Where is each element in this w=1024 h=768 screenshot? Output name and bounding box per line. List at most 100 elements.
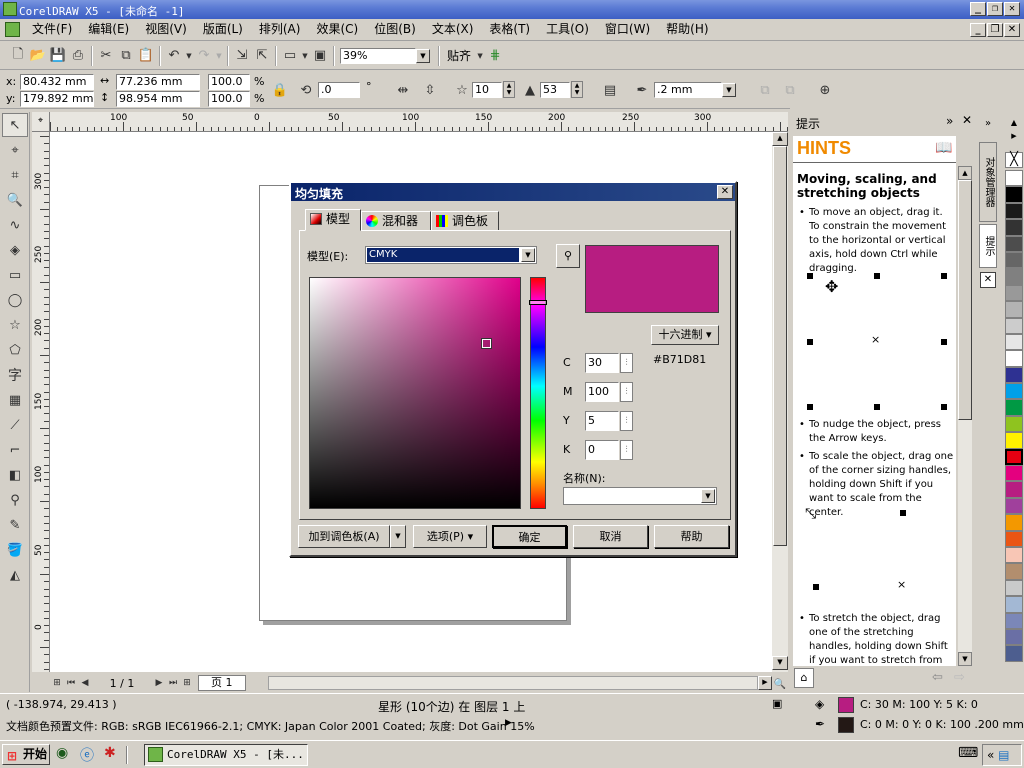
export-icon[interactable]: ⇱ xyxy=(252,46,272,66)
pick-tool-icon[interactable]: ↖ xyxy=(2,113,28,137)
redo-dropdown-icon[interactable]: ▼ xyxy=(214,46,224,66)
palette-swatch[interactable] xyxy=(1005,497,1023,515)
no-color-swatch[interactable]: ╳ xyxy=(1005,152,1023,168)
palette-swatch[interactable] xyxy=(1005,579,1023,597)
polygon-tool-icon[interactable]: ☆ xyxy=(2,313,28,337)
palette-swatch[interactable] xyxy=(1005,170,1023,187)
first-page-icon[interactable]: ⏮ xyxy=(64,673,78,693)
view-icon[interactable]: ▣ xyxy=(772,697,782,710)
outline-width-input[interactable]: .2 mm xyxy=(654,82,722,98)
palette-swatch[interactable] xyxy=(1005,415,1023,433)
close-button[interactable]: ✕ xyxy=(1004,2,1020,16)
points-spinner[interactable]: ▲ ▼ xyxy=(503,81,515,98)
cmyk-input-y[interactable]: 5 xyxy=(585,411,619,431)
palette-swatch[interactable] xyxy=(1005,645,1023,662)
page-tab[interactable]: 页 1 xyxy=(198,675,246,691)
redo-icon[interactable]: ↷ xyxy=(194,46,214,66)
mirror-horizontal-icon[interactable]: ⇹ xyxy=(393,80,413,100)
palette-swatch[interactable] xyxy=(1005,268,1023,285)
application-launcher-icon[interactable]: ▭ xyxy=(280,46,300,66)
snap-to-button[interactable]: 贴齐 xyxy=(447,47,471,64)
docker-close-icon[interactable]: ✕ xyxy=(962,113,972,127)
palette-swatch[interactable] xyxy=(1005,481,1023,498)
menu-item-3[interactable]: 版面(L) xyxy=(195,19,251,39)
fill-tool-icon[interactable]: 🪣 xyxy=(2,538,28,562)
menu-item-4[interactable]: 排列(A) xyxy=(251,19,309,39)
outline-dropdown-icon[interactable]: ▼ xyxy=(722,83,736,97)
menu-item-9[interactable]: 工具(O) xyxy=(538,19,597,39)
hints-scroll-up-icon[interactable]: ▲ xyxy=(958,166,972,180)
color-profile-info[interactable]: 文档颜色预置文件: RGB: sRGB IEC61966-2.1; CMYK: … xyxy=(6,718,535,734)
palette-swatch[interactable] xyxy=(1005,596,1023,613)
horizontal-ruler[interactable]: 100 50 0 50 100 150 200 250 300 xyxy=(32,112,788,132)
palette-swatch[interactable] xyxy=(1005,514,1023,531)
palette-swatch[interactable] xyxy=(1005,612,1023,629)
sharpness-spinner[interactable]: ▲ ▼ xyxy=(571,81,583,98)
lock-ratio-icon[interactable]: 🔒 xyxy=(270,80,290,100)
shape-tool-icon[interactable]: ⌖ xyxy=(2,138,28,162)
model-select[interactable]: CMYK ▼ xyxy=(365,246,537,264)
cmyk-spinner-y[interactable]: ⫶ xyxy=(620,411,633,431)
eyedropper-icon[interactable]: ⚲ xyxy=(556,244,580,268)
ok-button[interactable]: 确定 xyxy=(492,525,567,548)
outline-color-chip[interactable] xyxy=(838,717,854,733)
hue-slider[interactable] xyxy=(529,277,547,509)
doc-minimize-button[interactable]: _ xyxy=(970,23,986,37)
outline-tool-icon[interactable]: ✎ xyxy=(2,513,28,537)
palette-swatch[interactable] xyxy=(1005,366,1023,384)
palette-swatch[interactable] xyxy=(1005,235,1023,252)
palette-swatch[interactable] xyxy=(1005,350,1023,367)
wrap-text-icon[interactable]: ▤ xyxy=(600,80,620,100)
height-input[interactable]: 98.954 mm xyxy=(116,91,200,107)
help-button[interactable]: 帮助 xyxy=(654,525,729,548)
print-icon[interactable]: ⎙ xyxy=(68,46,88,66)
interactive-fill-tool-icon[interactable]: ◭ xyxy=(2,563,28,587)
docker-tab-object-manager[interactable]: 对象管理器 xyxy=(979,142,997,222)
table-tool-icon[interactable]: ▦ xyxy=(2,388,28,412)
cmyk-input-k[interactable]: 0 xyxy=(585,440,619,460)
menu-item-10[interactable]: 窗口(W) xyxy=(597,19,658,39)
cmyk-spinner-c[interactable]: ⫶ xyxy=(620,353,633,373)
palette-swatch[interactable] xyxy=(1005,317,1023,334)
hints-home-icon[interactable]: ⌂ xyxy=(794,668,814,688)
y-position-input[interactable]: 179.892 mm xyxy=(20,91,94,107)
minimize-button[interactable]: _ xyxy=(970,2,986,16)
cmyk-input-c[interactable]: 30 xyxy=(585,353,619,373)
keyboard-tray-icon[interactable]: ⌨ xyxy=(958,745,978,761)
tray-expand-icon[interactable]: « xyxy=(987,748,994,762)
scroll-right-icon[interactable]: ▶ xyxy=(758,676,772,690)
mirror-vertical-icon[interactable]: ⇳ xyxy=(420,80,440,100)
fill-status-icon[interactable]: ◈ xyxy=(815,697,824,711)
palette-swatch[interactable] xyxy=(1005,301,1023,318)
next-page-icon[interactable]: ▶ xyxy=(152,673,166,693)
import-icon[interactable]: ⇲ xyxy=(232,46,252,66)
profile-arrow-icon[interactable]: ▶ xyxy=(505,718,512,728)
menu-item-11[interactable]: 帮助(H) xyxy=(658,19,716,39)
palette-swatch[interactable] xyxy=(1005,465,1023,482)
outline-status-icon[interactable]: ✒ xyxy=(815,717,825,731)
menu-item-8[interactable]: 表格(T) xyxy=(481,19,538,39)
tab-palette[interactable]: 调色板 xyxy=(431,211,499,231)
sharpness-input[interactable]: 53 xyxy=(540,82,570,98)
menu-item-5[interactable]: 效果(C) xyxy=(308,19,366,39)
options-button[interactable]: 选项(P) ▾ xyxy=(413,525,487,548)
ruler-origin-icon[interactable]: ⌖ xyxy=(32,112,50,132)
docker-tab-hints[interactable]: 提示 xyxy=(979,224,997,268)
vertical-ruler[interactable]: 300 250 200 150 100 50 0 xyxy=(32,132,50,672)
add-page-end-icon[interactable]: ⊞ xyxy=(180,673,194,693)
docker-collapse-icon[interactable]: » xyxy=(946,114,953,128)
snap-dropdown-icon[interactable]: ▼ xyxy=(475,46,485,66)
hex-dropdown-button[interactable]: 十六进制 ▾ xyxy=(651,325,719,345)
ie-icon[interactable]: ⓔ xyxy=(80,745,94,765)
scroll-up-icon[interactable]: ▲ xyxy=(772,132,788,146)
paste-icon[interactable]: 📋 xyxy=(136,46,156,66)
dialog-close-button[interactable]: ✕ xyxy=(717,185,733,199)
docker-tab-arrow-icon[interactable]: » xyxy=(979,118,997,140)
cut-icon[interactable]: ✂ xyxy=(96,46,116,66)
eyedropper-tool-icon[interactable]: ⚲ xyxy=(2,488,28,512)
palette-swatch[interactable] xyxy=(1005,432,1023,449)
palette-swatch[interactable] xyxy=(1005,219,1023,236)
name-dropdown-icon[interactable]: ▼ xyxy=(701,489,715,503)
hints-book-icon[interactable]: 📖 xyxy=(935,140,952,156)
to-front-icon[interactable]: ⧉ xyxy=(755,80,775,100)
